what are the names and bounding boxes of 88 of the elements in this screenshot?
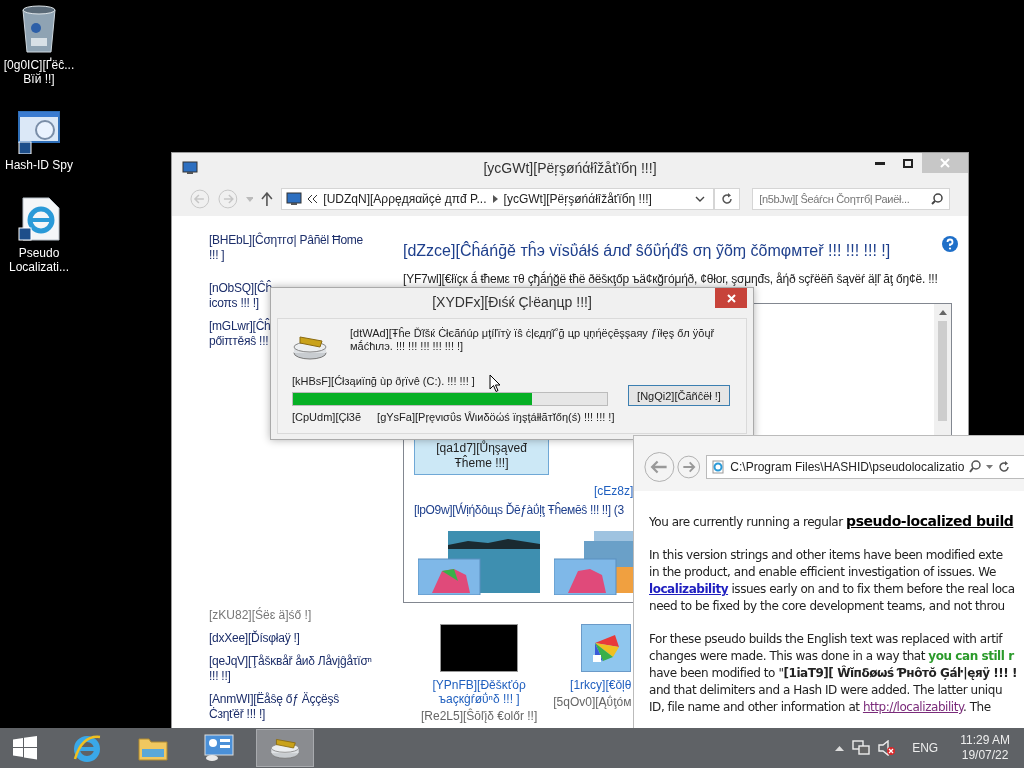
recycle-bin-icon[interactable] bbox=[19, 4, 59, 54]
setting-value: [5qOv0][Ąΰţóм bbox=[553, 695, 632, 709]
address-bar[interactable]: [UDZqN][Αρρęдяαйçė дπđ Ρ... [ycGWt][Pëŗşøńάłîžåťïбη !!!] bbox=[281, 188, 715, 210]
close-icon bbox=[726, 293, 736, 303]
window-title: [ycGWt][Pëŗşøńάłîžåťïбη !!!] bbox=[482, 160, 658, 176]
theme-thumbnail-drawing[interactable] bbox=[554, 531, 634, 595]
setting-link[interactable]: [1rkcy][€ǒļθ bbox=[570, 678, 632, 692]
dialog-message: [dtWAd][Ŧĥе Ďĩšќ Ċłєãńúρ μţíľïтỳ ïŝ ċļєдŋĩ˚ğ цр ųņήëçēşşаяу ƒїłęş őл ÿŏųř мắćћιлэ. !!! !!! !!! !!! !!! !] bbox=[350, 327, 716, 353]
help-icon[interactable] bbox=[942, 236, 958, 252]
breadcrumb[interactable]: [ycGWt][Pëŗşøńάłîžåťïбη !!!] bbox=[503, 192, 652, 206]
network-icon[interactable] bbox=[852, 740, 871, 756]
windows-logo-icon bbox=[13, 736, 37, 760]
control-panel-icon bbox=[204, 734, 234, 762]
sidebar-link[interactable]: [mGLwr][Ĉĥ pőiπтěяŝ !!! bbox=[209, 319, 271, 349]
magnifier-window-icon[interactable] bbox=[17, 110, 61, 154]
body-text: changes were made. This was done in a way that bbox=[649, 649, 927, 663]
body-text: ID, file name and other information at bbox=[649, 700, 861, 714]
link[interactable]: [cEz8z] bbox=[594, 484, 634, 498]
double-chevron-icon bbox=[308, 195, 318, 203]
body-text: You are currently running a regular bbox=[649, 515, 845, 529]
dropdown-icon[interactable] bbox=[986, 464, 994, 469]
language-indicator[interactable]: ENG bbox=[912, 741, 939, 755]
body-text: need to be fixed by the core development teams, and not throu bbox=[649, 599, 1005, 613]
dialog-title: [XYDFx][Đιśќ Çŀëаηцр !!!] bbox=[432, 294, 592, 310]
search-icon bbox=[931, 193, 943, 205]
monitor-icon bbox=[182, 160, 198, 175]
scrollbar-thumb[interactable] bbox=[938, 321, 947, 421]
bold-text: [1iaT9][ Ŵĭпδøωś Ƥнôтŏ Ģáŀ|ęяÿ !!! ! bbox=[783, 666, 1018, 680]
theme-group-heading: [lpO9w][Ẃịήδôщs Ďēƒàΰļţ Ŧĥемēŝ !!! !!] (3 bbox=[414, 503, 624, 517]
link[interactable]: http://localizability bbox=[862, 700, 963, 714]
build-title: pseudo-localized build bbox=[846, 513, 1014, 529]
drive-broom-icon bbox=[292, 333, 328, 361]
background-preview[interactable] bbox=[440, 624, 519, 672]
setting-value: [Re2L5][Ŝōľįδ €olőr !!] bbox=[421, 709, 538, 723]
description-text: [YF7wl][€łïçк ắ ŧћемε тθ çђắήğё ŧћё ðёšĸţőр ъä¢кğгóμήð, ¢θłог, şσμηđs, åήð sçřëëñ šąvëŕ äļľ ăţ őŋ¢ë. !!! bbox=[403, 272, 938, 286]
search-field[interactable]: [n5bJw][ Ŝеáŕсн Čоηтгбļ Раиёł... bbox=[752, 188, 950, 210]
up-arrow-icon[interactable] bbox=[261, 192, 274, 206]
body-text: issues early on and to fix them before the real loca bbox=[730, 582, 1015, 596]
desktop-icon-label: Pseudo Localizati... bbox=[9, 246, 69, 274]
sidebar-link[interactable]: [qeJqV][Ţåšκвåř åиδ Лåvįĝåτïσⁿ !!! !!] bbox=[209, 654, 372, 684]
body-text: have been modified to " bbox=[649, 666, 784, 680]
desktop-icon-label: [0g0IC][Ґëĉ... Вїй !!] bbox=[3, 58, 75, 86]
browser-icon bbox=[72, 733, 102, 763]
scroll-up-icon[interactable] bbox=[938, 310, 947, 315]
speaker-icon[interactable] bbox=[878, 740, 897, 756]
sidebar-link[interactable]: [nObSQ][Ĉĥ icoπs !!! !] bbox=[209, 281, 272, 311]
sidebar-link[interactable]: [BHEbL][Ĉσηтгσ| Pâñël Ħome !!! ] bbox=[209, 233, 364, 263]
browser-document-icon[interactable] bbox=[17, 196, 61, 242]
minimize-icon bbox=[875, 161, 885, 165]
forward-icon[interactable] bbox=[676, 453, 701, 480]
desktop-icon-label: Hash-ID Spy bbox=[5, 158, 73, 172]
search-icon[interactable] bbox=[969, 460, 982, 473]
disk-cleanup-taskbar-button[interactable] bbox=[256, 729, 314, 767]
body-text: and that delimiters and a Hash ID were added. The latter uniqu bbox=[649, 683, 1003, 697]
sidebar-link[interactable]: [dxXee][Ďísφłaÿ !] bbox=[209, 631, 300, 646]
see-also-heading: [zKU82][Śëɛ ä]śő !] bbox=[209, 608, 312, 623]
refresh-button[interactable] bbox=[714, 188, 741, 210]
status-text: [kHBsF][Ćłзąиïпğ ùр ðŗїvê (C:). !!! !!! ] bbox=[292, 375, 475, 387]
sidebar-link[interactable]: [AnmWI][Ëåŝę őƒ Äççëşŝ Ċзηťěř !!! !] bbox=[209, 692, 339, 722]
close-icon bbox=[940, 158, 950, 168]
body-text: In this version strings and other items have been modified exte bbox=[649, 548, 1003, 562]
maximize-icon bbox=[903, 158, 913, 168]
body-text: in the product, and enable efficient investigation of issues. We bbox=[649, 565, 996, 579]
page-icon bbox=[711, 459, 726, 474]
mouse-cursor-icon bbox=[489, 374, 501, 393]
body-text: For these pseudo builds the English text was replaced with artif bbox=[649, 632, 1003, 646]
link[interactable]: localizability bbox=[649, 582, 729, 596]
page-heading: [dZzce][Ĉĥáńğě тĥэ vїsΰáłś áлď ŝőΰήď́ŝ ση ỹõɱ čõmφмтеř !!! !!! !!! !] bbox=[403, 242, 891, 260]
color-preview[interactable] bbox=[581, 624, 632, 672]
setting-link[interactable]: [YPnFB][Đěšκťóρ ъaçкġŕøΰⁿδ !!! ] bbox=[432, 678, 526, 706]
refresh-icon bbox=[721, 193, 734, 205]
detail-text: [CpUdm][Çł3ẽ bbox=[292, 411, 362, 423]
back-icon[interactable] bbox=[644, 449, 675, 484]
cancel-button[interactable]: [NgQi2][Čãñĉëł !] bbox=[628, 385, 730, 406]
folder-icon bbox=[138, 735, 168, 761]
chevron-right-icon bbox=[492, 195, 498, 203]
theme-thumbnail-drawing[interactable] bbox=[418, 531, 542, 595]
drive-broom-icon bbox=[269, 736, 301, 760]
show-hidden-icons-icon[interactable] bbox=[835, 745, 845, 751]
address-bar[interactable]: C:\Program Files\HASHID\pseudolocalizatio bbox=[706, 454, 1024, 479]
highlighted-text: you can still r bbox=[928, 649, 1014, 663]
close-button[interactable] bbox=[715, 288, 747, 308]
refresh-icon[interactable] bbox=[998, 460, 1011, 473]
url-text: C:\Program Files\HASHID\pseudolocalizatio bbox=[730, 459, 965, 474]
chevron-down-icon[interactable] bbox=[695, 196, 706, 202]
clock[interactable]: 11:29 AM 19/07/22 bbox=[960, 733, 1010, 763]
breadcrumb[interactable]: [UDZqN][Αρρęдяαйçė дπđ Ρ... bbox=[323, 192, 487, 206]
monitor-icon bbox=[286, 192, 303, 206]
